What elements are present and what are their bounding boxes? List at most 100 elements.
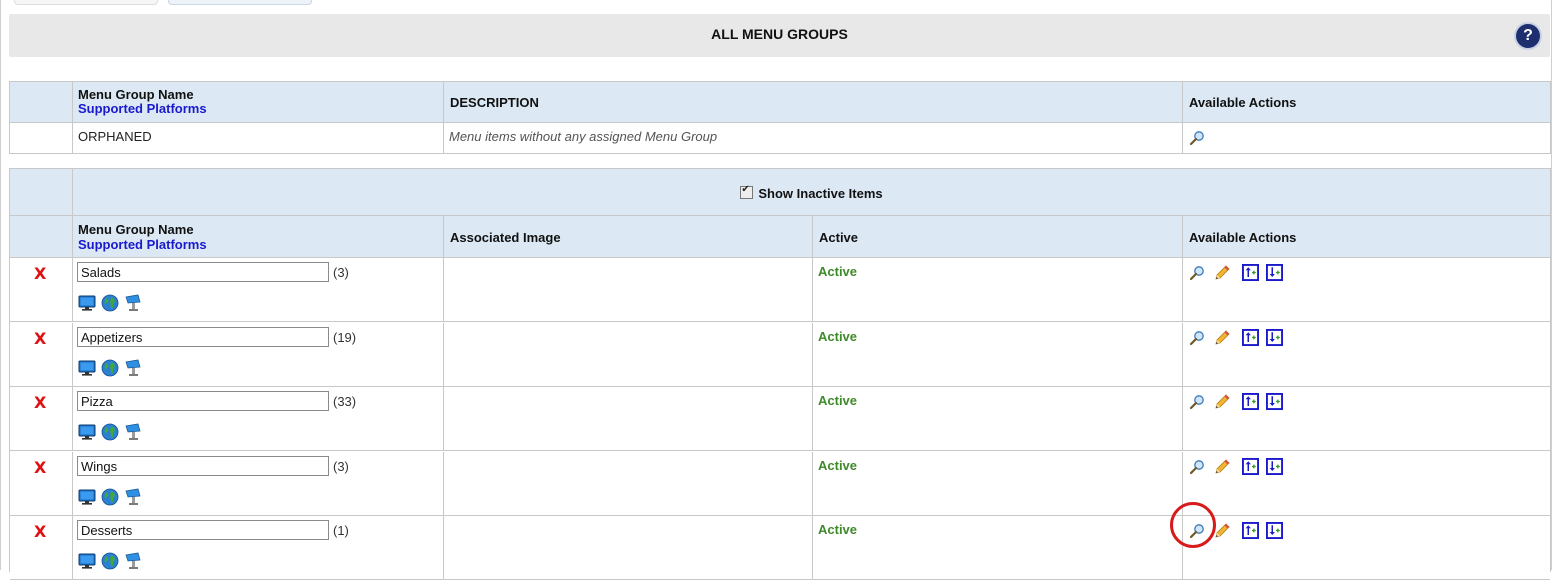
orphan-description: Menu items without any assigned Menu Gro… [449,129,718,144]
column-actions-label: Available Actions [1189,95,1297,110]
column-name-label: Menu Group Name [78,222,194,237]
kiosk-icon [125,294,141,311]
orphan-row-name: ORPHANED [73,123,444,153]
orphan-header-description: DESCRIPTION [444,82,1183,123]
orphan-row-description: Menu items without any assigned Menu Gro… [444,123,1183,153]
orphan-table: Menu Group Name Supported Platforms DESC… [9,81,1551,154]
top-tab-2[interactable] [168,0,312,5]
page-title: ALL MENU GROUPS [711,26,848,42]
globe-icon [101,423,119,441]
image-cell [444,323,813,387]
globe-icon [101,294,119,312]
active-cell: Active [813,516,1183,580]
delete-cell: X [10,452,73,516]
orphan-header-blank [10,82,73,123]
desktop-icon [78,424,96,440]
move-up-icon[interactable] [1242,329,1259,346]
item-count: (33) [333,394,357,409]
name-cell: (3) [73,258,444,322]
move-up-icon[interactable] [1242,264,1259,281]
status-active: Active [818,329,858,344]
view-icon[interactable] [1189,265,1205,281]
name-cell: (1) [73,516,444,580]
view-icon[interactable] [1189,394,1205,410]
edit-icon[interactable] [1213,393,1231,411]
item-count: (19) [333,330,357,345]
groups-header-name: Menu Group Name Supported Platforms [73,216,444,258]
actions-cell [1183,387,1550,451]
name-cell: (33) [73,387,444,451]
edit-icon[interactable] [1213,329,1231,347]
image-cell [444,452,813,516]
delete-cell: X [10,323,73,387]
top-tab-1[interactable] [14,0,158,5]
move-up-icon[interactable] [1242,522,1259,539]
delete-icon[interactable]: X [34,522,46,541]
groups-header-blank [10,216,73,258]
globe-icon [101,359,119,377]
move-up-icon[interactable] [1242,393,1259,410]
menu-group-name-input[interactable] [77,520,329,540]
highlight-circle [1170,502,1216,548]
view-icon[interactable] [1189,330,1205,346]
orphan-name: ORPHANED [78,129,152,144]
actions-cell [1183,452,1550,516]
actions-cell [1183,323,1550,387]
delete-cell: X [10,516,73,580]
menu-group-name-input[interactable] [77,327,329,347]
show-inactive-bar: Show Inactive Items [73,169,1550,216]
item-count: (3) [333,265,349,280]
delete-icon[interactable]: X [34,393,46,412]
delete-icon[interactable]: X [34,458,46,477]
move-down-icon[interactable] [1266,329,1283,346]
orphan-header-name: Menu Group Name Supported Platforms [73,82,444,123]
orphan-header-actions: Available Actions [1183,82,1550,123]
column-image-label: Associated Image [450,230,561,245]
edit-icon[interactable] [1213,264,1231,282]
show-inactive-label: Show Inactive Items [758,186,883,201]
name-cell: (19) [73,323,444,387]
groups-header-image: Associated Image [444,216,813,258]
show-inactive-checkbox[interactable] [740,184,754,199]
item-count: (3) [333,459,349,474]
actions-cell [1183,258,1550,322]
column-description-label: DESCRIPTION [450,95,539,110]
orphan-row-blank [10,123,73,153]
image-cell [444,258,813,322]
menu-group-name-input[interactable] [77,391,329,411]
delete-icon[interactable]: X [34,329,46,348]
move-down-icon[interactable] [1266,264,1283,281]
page-header: ALL MENU GROUPS [9,14,1550,57]
help-icon[interactable]: ? [1516,24,1540,48]
active-cell: Active [813,323,1183,387]
move-up-icon[interactable] [1242,458,1259,475]
image-cell [444,387,813,451]
actions-cell [1183,516,1550,580]
desktop-icon [78,360,96,376]
groups-header-active: Active [813,216,1183,258]
globe-icon [101,552,119,570]
supported-platforms-link[interactable]: Supported Platforms [78,102,207,116]
column-active-label: Active [819,230,859,245]
delete-icon[interactable]: X [34,264,46,283]
move-down-icon[interactable] [1266,522,1283,539]
delete-cell: X [10,258,73,322]
status-active: Active [818,264,858,279]
view-icon[interactable] [1189,459,1205,475]
menu-group-name-input[interactable] [77,456,329,476]
active-cell: Active [813,387,1183,451]
move-down-icon[interactable] [1266,458,1283,475]
active-cell: Active [813,258,1183,322]
groups-header-actions: Available Actions [1183,216,1550,258]
active-cell: Active [813,452,1183,516]
edit-icon[interactable] [1213,458,1231,476]
menu-group-name-input[interactable] [77,262,329,282]
view-icon[interactable] [1189,130,1205,146]
globe-icon [101,488,119,506]
kiosk-icon [125,552,141,569]
item-count: (1) [333,523,349,538]
column-name-label: Menu Group Name [78,87,194,102]
status-active: Active [818,393,858,408]
supported-platforms-link[interactable]: Supported Platforms [78,237,207,252]
move-down-icon[interactable] [1266,393,1283,410]
